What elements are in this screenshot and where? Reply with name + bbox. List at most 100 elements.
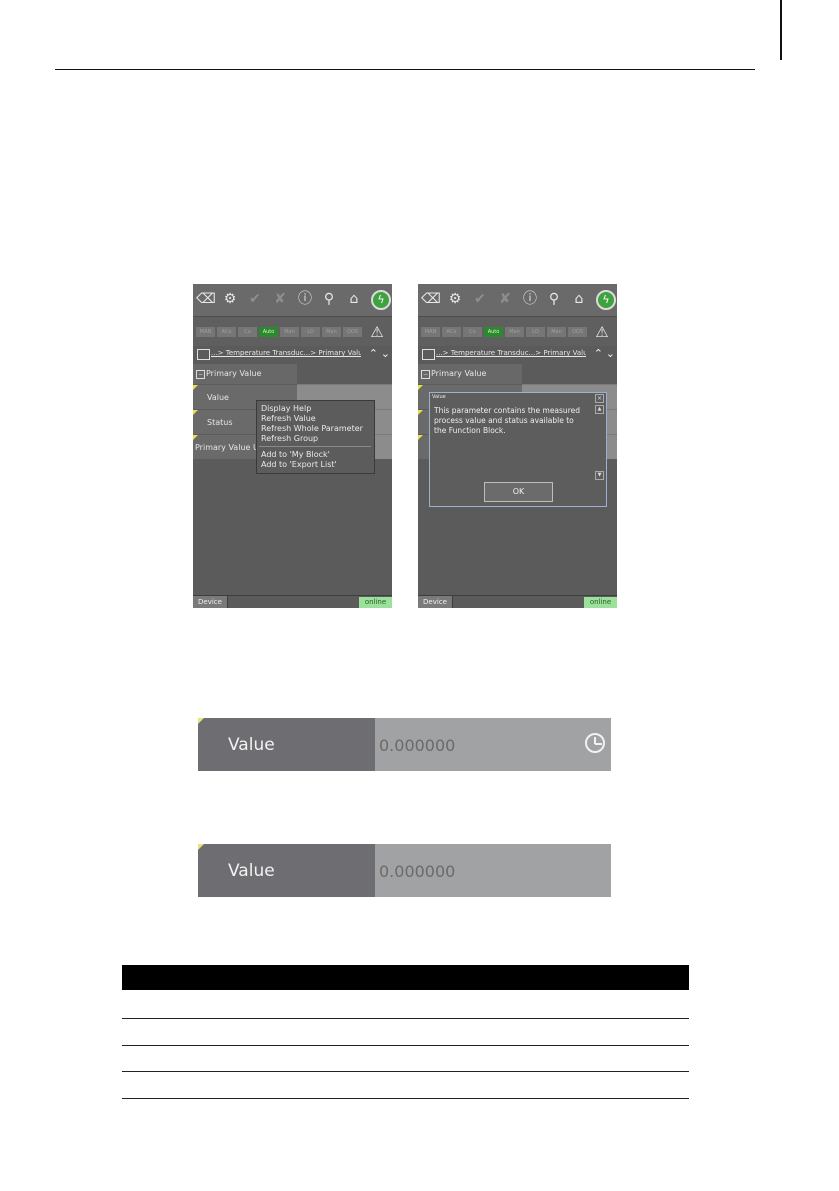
connect-lightning-icon[interactable]: ϟ <box>596 290 616 310</box>
collapse-icon[interactable]: − <box>421 370 430 379</box>
menu-item-refresh-group[interactable]: Refresh Group <box>261 434 318 443</box>
close-icon[interactable]: × <box>595 394 604 403</box>
value-field[interactable]: 0.000000 <box>375 718 611 771</box>
apply-check-icon[interactable]: ✔ <box>470 289 490 309</box>
chevron-down-icon[interactable]: ⌄ <box>606 347 615 360</box>
mode-strip: MAN ACo Co Auto Man LO Man OOS <box>421 327 587 337</box>
table-row-divider <box>122 1071 689 1072</box>
home-icon[interactable]: ⌂ <box>569 289 589 309</box>
menu-divider <box>259 446 371 447</box>
tree-item-label: Status <box>207 418 233 427</box>
gear-icon[interactable]: ⚙ <box>220 289 240 309</box>
mode-cell: LO <box>301 327 320 337</box>
footer-bar: Device online <box>193 595 392 608</box>
edit-marker-icon <box>193 435 198 440</box>
mode-cell: OOS <box>568 327 587 337</box>
status-badge: online <box>359 597 392 608</box>
header-rule <box>55 69 755 70</box>
mode-cell: Co <box>463 327 482 337</box>
discard-icon[interactable]: ✘ <box>270 289 290 309</box>
table-row-divider <box>122 1018 689 1019</box>
breadcrumb: ...> Temperature Transduc...> Primary Va… <box>193 346 392 364</box>
mode-cell: Co <box>238 327 257 337</box>
tab-device[interactable]: Device <box>193 596 228 608</box>
collapse-icon[interactable]: − <box>196 370 205 379</box>
chevron-up-icon[interactable]: ⌃ <box>369 347 378 360</box>
edit-marker-icon <box>198 844 204 850</box>
value-label: Value <box>228 861 275 881</box>
value-row[interactable]: Value 0.000000 <box>198 844 611 897</box>
dialog-title: Value <box>432 394 446 400</box>
mode-bar: MAN ACo Co Auto Man LO Man OOS ⚠ <box>418 316 617 347</box>
value-text: 0.000000 <box>379 862 456 881</box>
value-label-cell: Value <box>198 718 375 771</box>
tab-device[interactable]: Device <box>418 596 453 608</box>
ok-button[interactable]: OK <box>484 482 553 502</box>
edit-marker-icon <box>193 385 198 390</box>
mode-cell-active: Auto <box>484 327 503 337</box>
warning-icon[interactable]: ⚠ <box>368 323 386 341</box>
toolbar: ⌫ ⚙ ✔ ✘ ⓘ ⚲ ⌂ ϟ <box>193 284 392 316</box>
edit-marker-icon <box>418 410 423 415</box>
search-icon[interactable]: ⚲ <box>319 289 339 309</box>
breadcrumb: ...> Temperature Transduc...> Primary Va… <box>418 346 617 364</box>
mode-cell: ACo <box>217 327 236 337</box>
footer-bar: Device online <box>418 595 617 608</box>
mode-cell: Man <box>280 327 299 337</box>
mode-cell: MAN <box>196 327 215 337</box>
menu-item-refresh-value[interactable]: Refresh Value <box>261 414 316 423</box>
backspace-icon[interactable]: ⌫ <box>196 289 216 309</box>
folder-icon[interactable] <box>422 349 435 360</box>
scroll-down-icon[interactable]: ▼ <box>595 471 604 480</box>
mode-cell: LO <box>526 327 545 337</box>
folder-icon[interactable] <box>197 349 210 360</box>
backspace-icon[interactable]: ⌫ <box>421 289 441 309</box>
connect-lightning-icon[interactable]: ϟ <box>371 290 391 310</box>
page-edge-mark <box>780 0 782 60</box>
menu-item-display-help[interactable]: Display Help <box>261 404 311 413</box>
dialog-text: This parameter contains the measured pro… <box>434 406 580 435</box>
apply-check-icon[interactable]: ✔ <box>245 289 265 309</box>
mode-cell: MAN <box>421 327 440 337</box>
value-field[interactable]: 0.000000 <box>375 844 611 897</box>
value-text: 0.000000 <box>379 736 456 755</box>
tree-group-label: Primary Value <box>431 369 487 378</box>
clock-icon <box>585 733 605 753</box>
context-menu: Display Help Refresh Value Refresh Whole… <box>256 400 375 474</box>
breadcrumb-path[interactable]: ...> Temperature Transduc...> Primary Va… <box>211 349 361 357</box>
warning-icon[interactable]: ⚠ <box>593 323 611 341</box>
mode-cell: Man <box>547 327 566 337</box>
table-row-divider <box>122 1098 689 1099</box>
info-icon[interactable]: ⓘ <box>295 289 315 309</box>
edit-marker-icon <box>198 718 204 724</box>
menu-item-add-to-export-list[interactable]: Add to 'Export List' <box>261 460 337 469</box>
screenshot-context-menu: ⌫ ⚙ ✔ ✘ ⓘ ⚲ ⌂ ϟ MAN ACo Co Auto Man LO M… <box>193 284 392 608</box>
mode-cell: Man <box>322 327 341 337</box>
gear-icon[interactable]: ⚙ <box>445 289 465 309</box>
edit-marker-icon <box>418 435 423 440</box>
edit-marker-icon <box>418 385 423 390</box>
value-label: Value <box>228 735 275 755</box>
status-badge: online <box>584 597 617 608</box>
breadcrumb-path[interactable]: ...> Temperature Transduc...> Primary Va… <box>436 349 586 357</box>
chevron-down-icon[interactable]: ⌄ <box>381 347 390 360</box>
scroll-up-icon[interactable]: ▲ <box>595 405 604 414</box>
search-icon[interactable]: ⚲ <box>544 289 564 309</box>
tree-item-label: Value <box>207 393 229 402</box>
chevron-up-icon[interactable]: ⌃ <box>594 347 603 360</box>
home-icon[interactable]: ⌂ <box>344 289 364 309</box>
table-row-divider <box>122 1045 689 1046</box>
help-dialog: Value × This parameter contains the meas… <box>429 392 607 507</box>
mode-cell: ACo <box>442 327 461 337</box>
tree-group-header[interactable]: − Primary Value <box>418 364 522 384</box>
mode-cell-active: Auto <box>259 327 278 337</box>
menu-item-add-to-my-block[interactable]: Add to 'My Block' <box>261 450 330 459</box>
tree-group-header[interactable]: − Primary Value <box>193 364 297 384</box>
info-icon[interactable]: ⓘ <box>520 289 540 309</box>
mode-strip: MAN ACo Co Auto Man LO Man OOS <box>196 327 362 337</box>
discard-icon[interactable]: ✘ <box>495 289 515 309</box>
screenshot-help-dialog: ⌫ ⚙ ✔ ✘ ⓘ ⚲ ⌂ ϟ MAN ACo Co Auto Man LO M… <box>418 284 617 608</box>
mode-cell: Man <box>505 327 524 337</box>
menu-item-refresh-whole-parameter[interactable]: Refresh Whole Parameter <box>261 424 363 433</box>
value-row-with-timestamp[interactable]: Value 0.000000 <box>198 718 611 771</box>
